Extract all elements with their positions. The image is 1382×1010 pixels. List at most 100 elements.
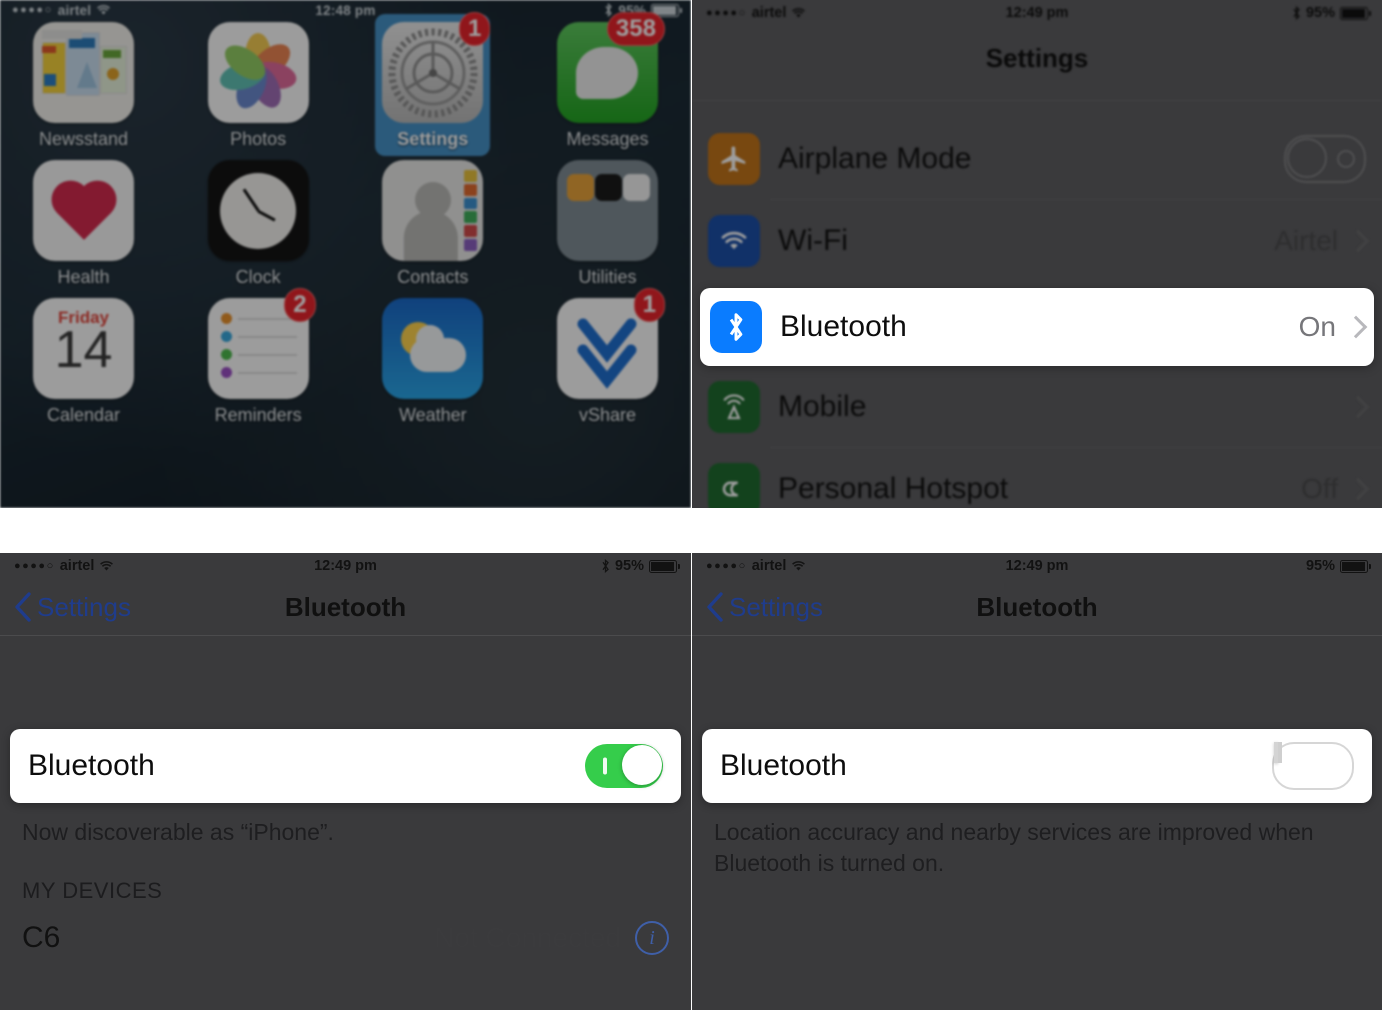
bt-off-content: Bluetooth Location accuracy and nearby s… bbox=[692, 729, 1382, 879]
settings-clock: 12:49 pm bbox=[1005, 5, 1069, 21]
info-icon[interactable]: i bbox=[635, 921, 669, 956]
app-label: Calendar bbox=[46, 405, 121, 425]
back-label: Settings bbox=[37, 591, 131, 622]
bluetooth-off-panel: ●●●●○ airtel 12:49 pm 95% Settings Bluet… bbox=[692, 553, 1382, 1010]
badge-count: 2 bbox=[284, 288, 316, 322]
app-icon-grid: Newsstand Photos Settings 1 Messages 358… bbox=[0, 12, 691, 436]
bt-off-status-bar: ●●●●○ airtel 12:49 pm 95% bbox=[692, 553, 1382, 579]
badge-count: 358 bbox=[606, 12, 665, 46]
bluetooth-toggle-card[interactable]: Bluetooth bbox=[10, 729, 681, 803]
app-label: Reminders bbox=[214, 405, 302, 425]
app-row: Friday 14 Calendar Reminders 2 Weather v… bbox=[22, 288, 669, 426]
app-label: Photos bbox=[230, 129, 287, 149]
settings-row-wifi[interactable]: Wi-Fi Airtel bbox=[692, 200, 1382, 282]
home-status-bar: ●●●●○ airtel 12:48 pm 95% bbox=[0, 0, 691, 20]
app-contacts[interactable]: Contacts bbox=[371, 160, 494, 288]
home-screen-panel: ●●●●○ airtel 12:48 pm 95% Newsstand Phot… bbox=[0, 0, 691, 508]
device-state: Not Connected bbox=[434, 922, 621, 954]
settings-rows: Airplane Mode Wi-Fi Airtel Bluetooth On … bbox=[692, 118, 1382, 508]
wifi-icon bbox=[708, 215, 760, 267]
app-label: Weather bbox=[398, 405, 467, 425]
app-label: Utilities bbox=[578, 267, 637, 287]
app-settings[interactable]: Settings 1 bbox=[371, 12, 494, 156]
chevron-right-icon bbox=[1346, 477, 1370, 501]
back-to-settings-button[interactable]: Settings bbox=[706, 591, 823, 623]
health-heart-icon bbox=[33, 160, 134, 261]
row-label: Bluetooth bbox=[780, 310, 907, 343]
bt-on-navbar: Settings Bluetooth bbox=[0, 579, 691, 635]
bt-on-clock: 12:49 pm bbox=[314, 558, 377, 574]
app-label: Health bbox=[57, 267, 110, 287]
battery-icon bbox=[1340, 559, 1371, 573]
bluetooth-toggle[interactable] bbox=[585, 744, 663, 788]
bluetooth-off-screen: ●●●●○ airtel 12:49 pm 95% Settings Bluet… bbox=[692, 553, 1382, 1010]
app-row: Newsstand Photos Settings 1 Messages 358 bbox=[22, 12, 669, 156]
app-row: Health Clock Contacts Utilities bbox=[22, 160, 669, 288]
newsstand-icon bbox=[33, 22, 134, 123]
bt-off-clock: 12:49 pm bbox=[1005, 558, 1069, 574]
airplane-mode-toggle[interactable] bbox=[1284, 135, 1366, 183]
app-utilities[interactable]: Utilities bbox=[546, 160, 669, 288]
settings-row-mobile[interactable]: Mobile bbox=[692, 366, 1382, 448]
screenshot-stage: ●●●●○ airtel 12:48 pm 95% Newsstand Phot… bbox=[0, 0, 1382, 1010]
app-label: Contacts bbox=[397, 267, 469, 287]
app-clock[interactable]: Clock bbox=[197, 160, 320, 288]
app-label: Messages bbox=[566, 129, 649, 149]
settings-screen: ●●●●○ airtel 12:49 pm 95% Settings Airpl… bbox=[692, 0, 1382, 508]
airplane-icon bbox=[708, 133, 760, 185]
badge-count: 1 bbox=[458, 12, 491, 46]
bluetooth-on-screen: ●●●●○ airtel 12:49 pm 95% Settings Bluet… bbox=[0, 553, 691, 1010]
weather-icon bbox=[382, 298, 484, 399]
my-devices-header: MY DEVICES bbox=[22, 878, 163, 904]
navbar-divider bbox=[692, 100, 1382, 101]
bluetooth-toggle[interactable] bbox=[1272, 742, 1354, 790]
app-calendar[interactable]: Friday 14 Calendar bbox=[22, 298, 145, 426]
calendar-icon: Friday 14 bbox=[33, 298, 134, 399]
hotspot-icon bbox=[708, 463, 760, 508]
app-photos[interactable]: Photos bbox=[197, 22, 320, 150]
calendar-date: 14 bbox=[54, 321, 113, 379]
settings-navbar: Settings bbox=[692, 20, 1382, 96]
row-value: On bbox=[1298, 311, 1336, 342]
settings-row-bluetooth[interactable]: Bluetooth On bbox=[700, 288, 1374, 366]
app-newsstand[interactable]: Newsstand bbox=[22, 22, 145, 150]
utilities-folder-icon bbox=[556, 160, 658, 261]
settings-row-personal-hotspot[interactable]: Personal Hotspot Off bbox=[692, 448, 1382, 508]
back-to-settings-button[interactable]: Settings bbox=[14, 591, 131, 623]
page-title: Settings bbox=[985, 42, 1089, 73]
row-label: Wi-Fi bbox=[778, 224, 848, 257]
navbar-divider bbox=[692, 635, 1382, 636]
device-name: C6 bbox=[22, 921, 61, 955]
device-row-c6[interactable]: C6 Not Connected i bbox=[0, 912, 691, 964]
app-reminders[interactable]: Reminders 2 bbox=[197, 288, 320, 426]
chevron-right-icon bbox=[1346, 395, 1370, 419]
contacts-icon bbox=[382, 160, 484, 261]
clock-icon bbox=[207, 160, 309, 261]
bt-on-status-bar: ●●●●○ airtel 12:49 pm 95% bbox=[0, 553, 691, 579]
navbar-divider bbox=[0, 635, 691, 636]
bluetooth-toggle-label: Bluetooth bbox=[720, 749, 847, 782]
app-weather[interactable]: Weather bbox=[371, 298, 494, 426]
app-vshare[interactable]: vShare 1 bbox=[546, 288, 669, 426]
row-label: Airplane Mode bbox=[778, 142, 972, 175]
bt-off-navbar: Settings Bluetooth bbox=[692, 579, 1382, 635]
row-label: Mobile bbox=[778, 390, 867, 423]
app-label: Clock bbox=[235, 267, 281, 287]
chevron-right-icon bbox=[1346, 229, 1370, 253]
bluetooth-footer-text: Location accuracy and nearby services ar… bbox=[714, 819, 1314, 877]
chevron-right-icon bbox=[1344, 315, 1368, 339]
app-health[interactable]: Health bbox=[22, 160, 145, 288]
row-value: Off bbox=[1301, 473, 1338, 504]
cellular-icon bbox=[708, 381, 760, 433]
settings-row-airplane-mode[interactable]: Airplane Mode bbox=[692, 118, 1382, 200]
battery-icon bbox=[1340, 6, 1371, 20]
bt-on-content: Bluetooth Now discoverable as “iPhone”. … bbox=[0, 729, 691, 964]
bluetooth-footer-text: Now discoverable as “iPhone”. bbox=[22, 819, 334, 845]
bluetooth-toggle-card[interactable]: Bluetooth bbox=[702, 729, 1372, 803]
panel-divider-vertical-top bbox=[691, 0, 692, 508]
badge-count: 1 bbox=[633, 288, 665, 322]
bluetooth-icon bbox=[710, 301, 762, 353]
app-messages[interactable]: Messages 358 bbox=[546, 12, 669, 150]
app-label: vShare bbox=[578, 405, 636, 425]
chevron-left-icon bbox=[15, 592, 31, 622]
